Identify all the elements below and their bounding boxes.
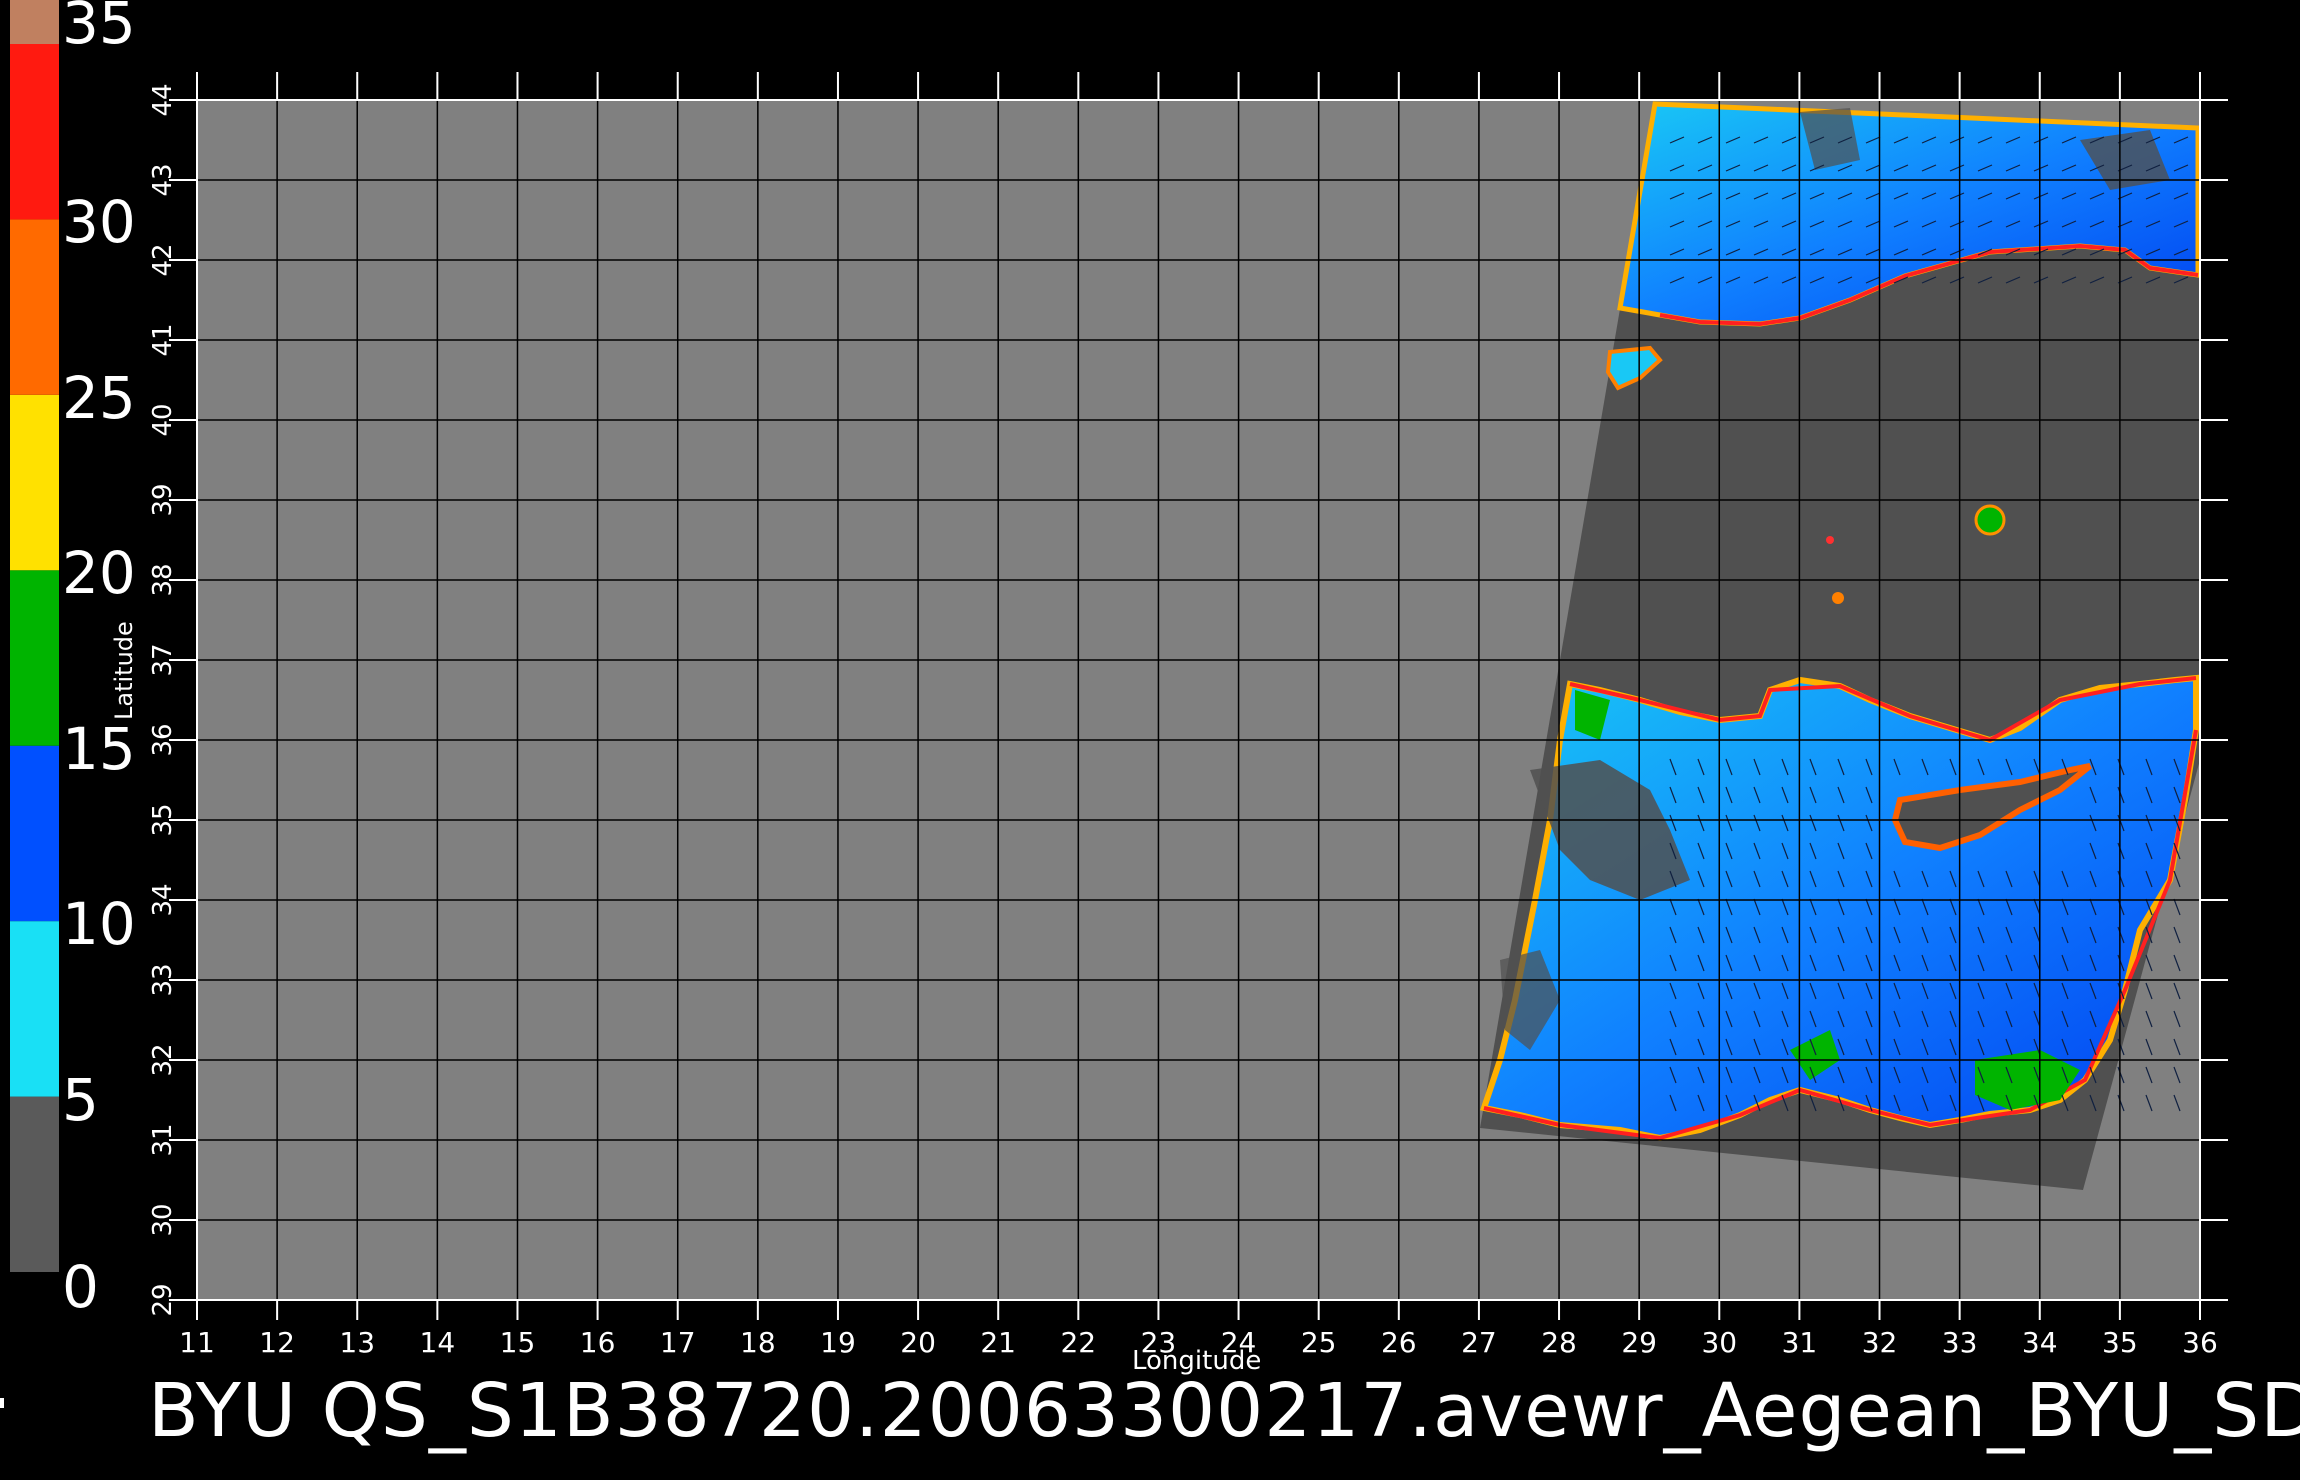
- longitude-tick-label: 13: [339, 1326, 376, 1359]
- latitude-tick-label: 35: [148, 803, 178, 837]
- latitude-tick-label: 44: [148, 83, 178, 117]
- latitude-tick-label: 42: [148, 243, 178, 277]
- latitude-tick-label: 36: [148, 723, 178, 757]
- product-title: BYU QS_S1B38720.20063300217.avewr_Aegean…: [148, 1368, 2300, 1454]
- longitude-tick-label: 12: [259, 1326, 295, 1359]
- longitude-tick-label: 32: [1861, 1326, 1898, 1359]
- latitude-tick-label: 37: [148, 643, 178, 677]
- longitude-tick-label: 16: [579, 1326, 616, 1359]
- latitude-tick-label: 32: [148, 1043, 178, 1077]
- longitude-tick-label: 29: [1621, 1326, 1657, 1359]
- latitude-tick-label: 33: [148, 963, 178, 997]
- latitude-tick-label: 34: [148, 883, 178, 917]
- longitude-tick-label: 31: [1781, 1326, 1818, 1359]
- longitude-tick-label: 15: [499, 1326, 536, 1359]
- latitude-tick-label: 38: [148, 563, 178, 597]
- y-axis-label: Latitude: [110, 621, 138, 720]
- longitude-tick-label: 26: [1380, 1326, 1417, 1359]
- longitude-tick-label: 22: [1060, 1326, 1097, 1359]
- longitude-tick-label: 36: [2182, 1326, 2218, 1359]
- lake-small: [1832, 592, 1844, 604]
- longitude-tick-label: 33: [1941, 1326, 1978, 1359]
- longitude-tick-label: 35: [2102, 1326, 2138, 1359]
- latitude-tick-label: 41: [148, 323, 178, 357]
- longitude-tick-label: 30: [1701, 1326, 1738, 1359]
- latitude-tick-label: 29: [148, 1283, 178, 1317]
- longitude-tick-label: 34: [2021, 1326, 2058, 1359]
- edge-marker: [0, 1398, 4, 1408]
- longitude-tick-label: 11: [179, 1326, 215, 1359]
- longitude-tick-label: 14: [419, 1326, 456, 1359]
- lake-tuz: [1974, 504, 2006, 536]
- longitude-tick-label: 18: [740, 1326, 776, 1359]
- longitude-tick-label: 27: [1461, 1326, 1497, 1359]
- longitude-tick-label: 25: [1300, 1326, 1337, 1359]
- latitude-tick-label: 31: [148, 1123, 178, 1157]
- latitude-tick-label: 30: [148, 1203, 178, 1237]
- longitude-tick-label: 20: [900, 1326, 936, 1359]
- latitude-tick-label: 39: [148, 483, 178, 517]
- longitude-tick-label: 17: [659, 1326, 696, 1359]
- lake-tiny: [1826, 536, 1834, 544]
- latitude-tick-label: 43: [148, 163, 178, 197]
- wind-speed-map: [169, 72, 2228, 1320]
- longitude-tick-label: 19: [820, 1326, 856, 1359]
- longitude-tick-label: 28: [1541, 1326, 1577, 1359]
- longitude-tick-label: 21: [980, 1326, 1016, 1359]
- latitude-tick-label: 40: [148, 403, 178, 437]
